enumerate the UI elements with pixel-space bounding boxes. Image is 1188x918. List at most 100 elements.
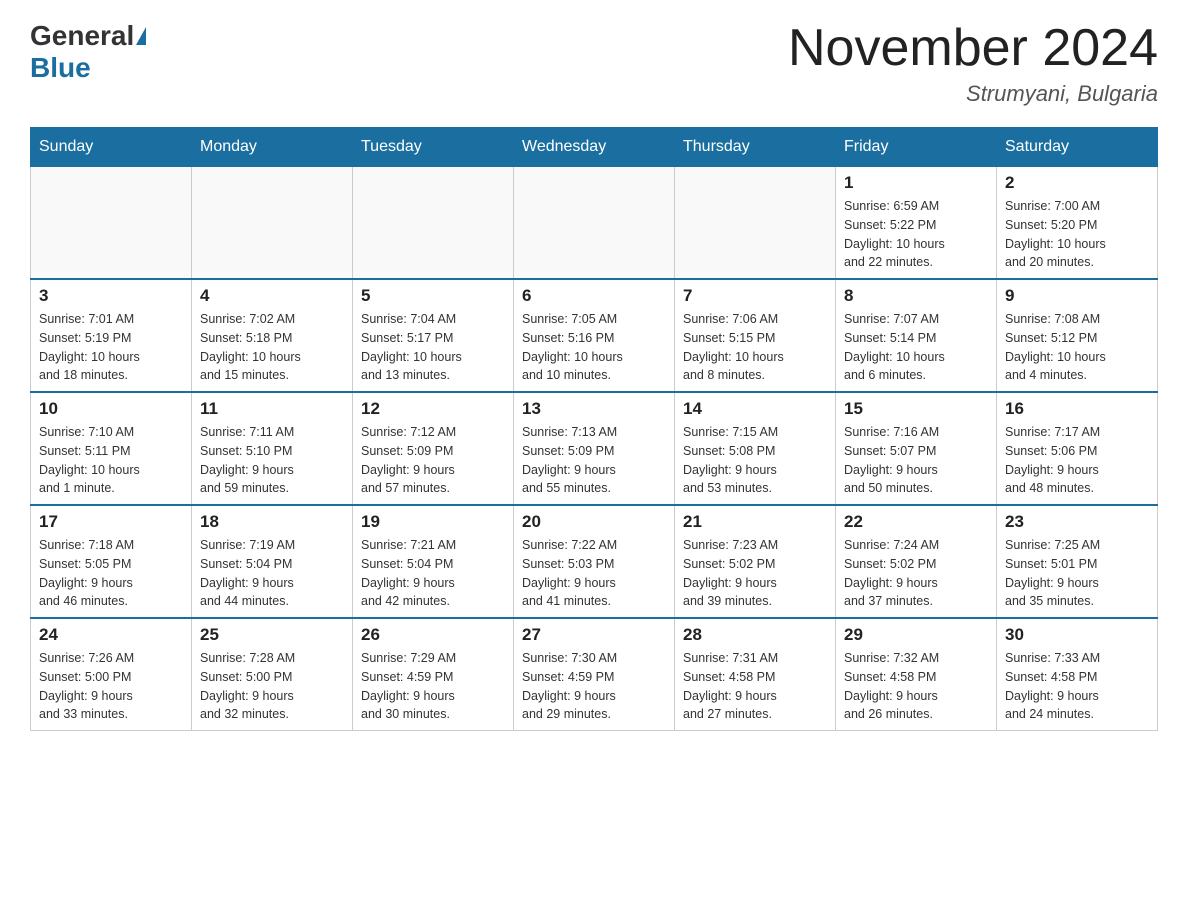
day-info: Sunrise: 7:32 AM Sunset: 4:58 PM Dayligh… [844, 649, 988, 724]
calendar-day-cell: 14Sunrise: 7:15 AM Sunset: 5:08 PM Dayli… [675, 392, 836, 505]
calendar-day-cell [675, 167, 836, 280]
calendar-day-cell: 19Sunrise: 7:21 AM Sunset: 5:04 PM Dayli… [353, 505, 514, 618]
calendar-day-header: Wednesday [514, 128, 675, 167]
calendar-day-cell: 24 Sunrise: 7:26 AM Sunset: 5:00 PM Dayli… [31, 618, 192, 731]
calendar-day-cell [353, 167, 514, 280]
calendar-day-cell: 10 Sunrise: 7:10 AM Sunset: 5:11 PM Dayli… [31, 392, 192, 505]
day-number: 30 [1005, 625, 1149, 645]
day-info: Sunrise: 7:07 AM Sunset: 5:14 PM Dayligh… [844, 310, 988, 385]
calendar-day-header: Friday [836, 128, 997, 167]
calendar-day-cell: 22Sunrise: 7:24 AM Sunset: 5:02 PM Dayli… [836, 505, 997, 618]
logo-blue-text: Blue [30, 52, 91, 84]
calendar-day-cell: 11Sunrise: 7:11 AM Sunset: 5:10 PM Dayli… [192, 392, 353, 505]
logo-triangle-icon [136, 27, 146, 45]
calendar-day-cell: 17Sunrise: 7:18 AM Sunset: 5:05 PM Dayli… [31, 505, 192, 618]
day-number: 15 [844, 399, 988, 419]
day-number: 20 [522, 512, 666, 532]
day-info: Sunrise: 7:25 AM Sunset: 5:01 PM Dayligh… [1005, 536, 1149, 611]
day-info: Sunrise: 7:10 AM Sunset: 5:11 PM Dayligh… [39, 423, 183, 498]
calendar-day-header: Sunday [31, 128, 192, 167]
day-number: 8 [844, 286, 988, 306]
calendar-day-cell: 30 Sunrise: 7:33 AM Sunset: 4:58 PM Dayli… [997, 618, 1158, 731]
calendar-day-cell [192, 167, 353, 280]
calendar-header-row: SundayMondayTuesdayWednesdayThursdayFrid… [31, 128, 1158, 167]
calendar-day-cell: 16Sunrise: 7:17 AM Sunset: 5:06 PM Dayli… [997, 392, 1158, 505]
page-header: General Blue November 2024 Strumyani, Bu… [30, 20, 1158, 107]
calendar-day-cell: 29 Sunrise: 7:32 AM Sunset: 4:58 PM Dayli… [836, 618, 997, 731]
calendar-day-cell: 28 Sunrise: 7:31 AM Sunset: 4:58 PM Dayli… [675, 618, 836, 731]
calendar-day-cell: 18 Sunrise: 7:19 AM Sunset: 5:04 PM Dayli… [192, 505, 353, 618]
calendar-day-cell: 27Sunrise: 7:30 AM Sunset: 4:59 PM Dayli… [514, 618, 675, 731]
day-info: Sunrise: 7:01 AM Sunset: 5:19 PM Dayligh… [39, 310, 183, 385]
day-info: Sunrise: 7:24 AM Sunset: 5:02 PM Dayligh… [844, 536, 988, 611]
calendar-week-row: 10 Sunrise: 7:10 AM Sunset: 5:11 PM Dayli… [31, 392, 1158, 505]
day-info: Sunrise: 7:02 AM Sunset: 5:18 PM Dayligh… [200, 310, 344, 385]
day-number: 29 [844, 625, 988, 645]
calendar-day-cell: 8 Sunrise: 7:07 AM Sunset: 5:14 PM Daylig… [836, 279, 997, 392]
day-number: 17 [39, 512, 183, 532]
day-number: 18 [200, 512, 344, 532]
day-number: 14 [683, 399, 827, 419]
day-info: Sunrise: 7:08 AM Sunset: 5:12 PM Dayligh… [1005, 310, 1149, 385]
calendar-day-cell: 26 Sunrise: 7:29 AM Sunset: 4:59 PM Dayli… [353, 618, 514, 731]
calendar-day-cell: 6Sunrise: 7:05 AM Sunset: 5:16 PM Daylig… [514, 279, 675, 392]
day-number: 23 [1005, 512, 1149, 532]
calendar-day-header: Thursday [675, 128, 836, 167]
calendar-day-cell: 9Sunrise: 7:08 AM Sunset: 5:12 PM Daylig… [997, 279, 1158, 392]
day-number: 13 [522, 399, 666, 419]
location-text: Strumyani, Bulgaria [788, 81, 1158, 107]
day-number: 24 [39, 625, 183, 645]
calendar-day-header: Saturday [997, 128, 1158, 167]
day-number: 7 [683, 286, 827, 306]
day-info: Sunrise: 7:04 AM Sunset: 5:17 PM Dayligh… [361, 310, 505, 385]
calendar-day-cell: 3 Sunrise: 7:01 AM Sunset: 5:19 PM Daylig… [31, 279, 192, 392]
day-number: 10 [39, 399, 183, 419]
calendar-day-cell: 21Sunrise: 7:23 AM Sunset: 5:02 PM Dayli… [675, 505, 836, 618]
day-info: Sunrise: 7:19 AM Sunset: 5:04 PM Dayligh… [200, 536, 344, 611]
calendar-week-row: 3 Sunrise: 7:01 AM Sunset: 5:19 PM Daylig… [31, 279, 1158, 392]
calendar-day-cell [514, 167, 675, 280]
day-info: Sunrise: 7:06 AM Sunset: 5:15 PM Dayligh… [683, 310, 827, 385]
calendar-week-row: 17Sunrise: 7:18 AM Sunset: 5:05 PM Dayli… [31, 505, 1158, 618]
day-info: Sunrise: 7:29 AM Sunset: 4:59 PM Dayligh… [361, 649, 505, 724]
day-info: Sunrise: 7:12 AM Sunset: 5:09 PM Dayligh… [361, 423, 505, 498]
calendar-table: SundayMondayTuesdayWednesdayThursdayFrid… [30, 127, 1158, 731]
day-number: 1 [844, 173, 988, 193]
day-number: 2 [1005, 173, 1149, 193]
day-number: 12 [361, 399, 505, 419]
calendar-day-cell: 4Sunrise: 7:02 AM Sunset: 5:18 PM Daylig… [192, 279, 353, 392]
calendar-day-cell: 2 Sunrise: 7:00 AM Sunset: 5:20 PM Daylig… [997, 167, 1158, 280]
day-info: Sunrise: 7:00 AM Sunset: 5:20 PM Dayligh… [1005, 197, 1149, 272]
month-title: November 2024 [788, 20, 1158, 77]
calendar-day-cell: 12 Sunrise: 7:12 AM Sunset: 5:09 PM Dayli… [353, 392, 514, 505]
day-info: Sunrise: 7:26 AM Sunset: 5:00 PM Dayligh… [39, 649, 183, 724]
day-number: 28 [683, 625, 827, 645]
day-info: Sunrise: 7:28 AM Sunset: 5:00 PM Dayligh… [200, 649, 344, 724]
day-info: Sunrise: 7:17 AM Sunset: 5:06 PM Dayligh… [1005, 423, 1149, 498]
calendar-day-header: Tuesday [353, 128, 514, 167]
day-info: Sunrise: 7:11 AM Sunset: 5:10 PM Dayligh… [200, 423, 344, 498]
calendar-day-cell: 25 Sunrise: 7:28 AM Sunset: 5:00 PM Dayli… [192, 618, 353, 731]
day-info: Sunrise: 7:05 AM Sunset: 5:16 PM Dayligh… [522, 310, 666, 385]
day-number: 26 [361, 625, 505, 645]
calendar-day-cell: 1 Sunrise: 6:59 AM Sunset: 5:22 PM Daylig… [836, 167, 997, 280]
calendar-day-cell: 20Sunrise: 7:22 AM Sunset: 5:03 PM Dayli… [514, 505, 675, 618]
calendar-day-cell: 13 Sunrise: 7:13 AM Sunset: 5:09 PM Dayli… [514, 392, 675, 505]
calendar-day-cell [31, 167, 192, 280]
calendar-day-cell: 7 Sunrise: 7:06 AM Sunset: 5:15 PM Daylig… [675, 279, 836, 392]
calendar-week-row: 1 Sunrise: 6:59 AM Sunset: 5:22 PM Daylig… [31, 167, 1158, 280]
day-info: Sunrise: 7:33 AM Sunset: 4:58 PM Dayligh… [1005, 649, 1149, 724]
day-number: 21 [683, 512, 827, 532]
day-number: 25 [200, 625, 344, 645]
day-info: Sunrise: 7:31 AM Sunset: 4:58 PM Dayligh… [683, 649, 827, 724]
day-info: Sunrise: 7:13 AM Sunset: 5:09 PM Dayligh… [522, 423, 666, 498]
title-section: November 2024 Strumyani, Bulgaria [788, 20, 1158, 107]
day-number: 3 [39, 286, 183, 306]
calendar-day-cell: 15Sunrise: 7:16 AM Sunset: 5:07 PM Dayli… [836, 392, 997, 505]
day-number: 19 [361, 512, 505, 532]
logo-general-text: General [30, 20, 134, 52]
calendar-day-header: Monday [192, 128, 353, 167]
logo: General Blue [30, 20, 148, 84]
calendar-week-row: 24 Sunrise: 7:26 AM Sunset: 5:00 PM Dayli… [31, 618, 1158, 731]
day-info: Sunrise: 6:59 AM Sunset: 5:22 PM Dayligh… [844, 197, 988, 272]
